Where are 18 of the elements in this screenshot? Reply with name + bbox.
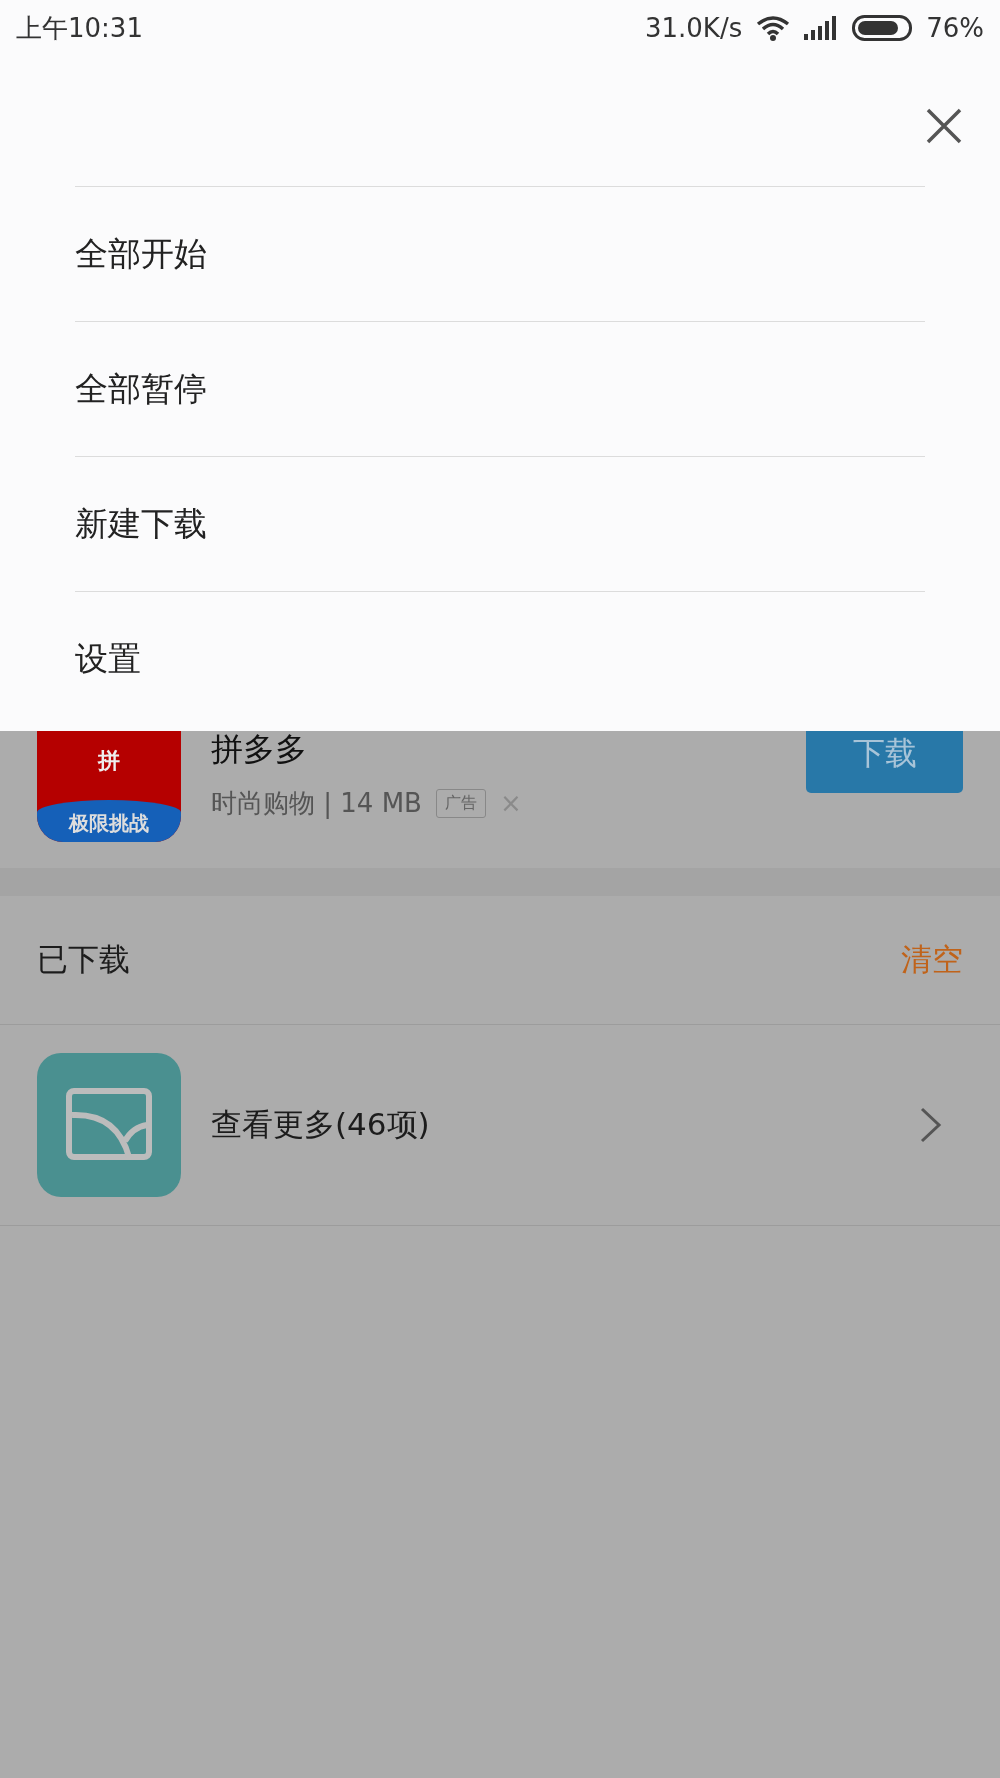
battery-icon xyxy=(852,15,913,41)
menu-item[interactable]: 设置 xyxy=(75,636,141,682)
close-icon[interactable] xyxy=(924,106,964,146)
status-time: 上午10:31 xyxy=(16,11,144,45)
folder-icon xyxy=(37,1053,181,1197)
network-speed: 31.0K/s xyxy=(644,13,743,43)
menu-item[interactable]: 全部开始 xyxy=(75,231,207,277)
menu-item[interactable]: 新建下载 xyxy=(75,501,207,547)
wifi-icon xyxy=(756,15,791,41)
view-more-label[interactable]: 查看更多(46项) xyxy=(211,1104,919,1146)
battery-percent: 76% xyxy=(926,13,984,43)
menu-item[interactable]: 全部暂停 xyxy=(75,366,207,412)
ad-tag: 广告 xyxy=(435,788,486,818)
chevron-right-icon xyxy=(919,1107,943,1143)
signal-icon xyxy=(804,16,839,40)
section-title: 已下载 xyxy=(37,940,130,979)
app-name: 拼多多 xyxy=(211,728,308,770)
app-info: 时尚购物 | 14 MB xyxy=(211,786,422,821)
